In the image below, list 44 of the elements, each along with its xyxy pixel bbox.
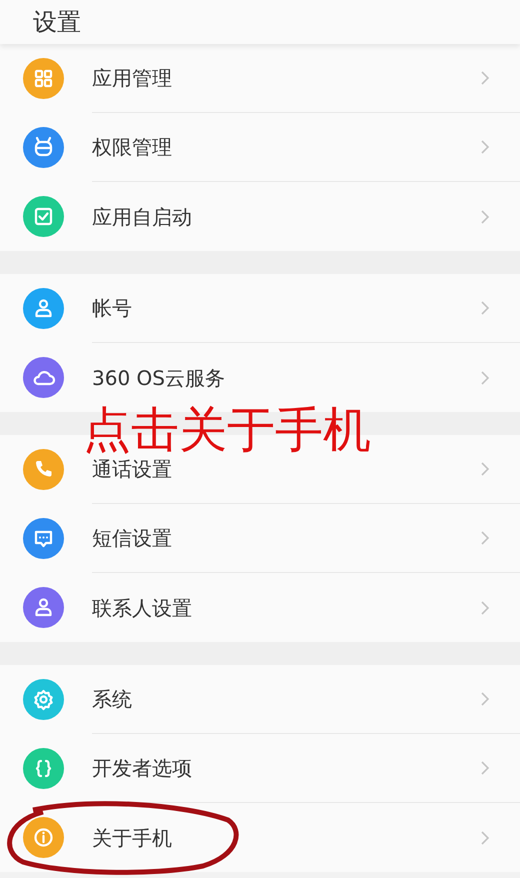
annotation-text: 点击关于手机 <box>83 404 371 457</box>
apps-icon <box>23 58 64 99</box>
item-label: 开发者选项 <box>92 755 193 782</box>
item-label: 短信设置 <box>92 525 173 552</box>
settings-item[interactable]: 开发者选项 <box>0 734 520 803</box>
chevron-icon <box>480 600 490 616</box>
item-label: 应用自启动 <box>92 204 193 230</box>
chevron-icon <box>480 691 490 707</box>
cloud-icon <box>23 357 64 398</box>
settings-item[interactable]: 关于手机 <box>0 803 520 872</box>
settings-item[interactable]: 应用管理 <box>0 44 520 113</box>
chevron-icon <box>480 370 490 386</box>
item-label: 通话设置 <box>92 456 173 483</box>
person-icon <box>23 288 64 329</box>
info-icon <box>23 817 64 858</box>
item-label: 帐号 <box>92 295 133 322</box>
settings-item[interactable]: 权限管理 <box>0 113 520 182</box>
settings-item[interactable]: 系统 <box>0 665 520 734</box>
settings-item[interactable]: 应用自启动 <box>0 182 520 251</box>
chevron-icon <box>480 70 490 86</box>
chevron-icon <box>480 530 490 546</box>
item-label: 关于手机 <box>92 824 173 852</box>
robot-icon <box>23 127 64 168</box>
person-icon <box>23 587 64 628</box>
chevron-icon <box>480 760 490 776</box>
item-label: 360 OS云服务 <box>92 364 226 392</box>
chevron-icon <box>480 830 490 846</box>
settings-item[interactable]: 短信设置 <box>0 504 520 573</box>
message-icon <box>23 518 64 559</box>
braces-icon <box>23 748 64 789</box>
settings-item[interactable]: 帐号 <box>0 274 520 343</box>
chevron-icon <box>480 139 490 155</box>
page-title: 设置 <box>33 8 81 36</box>
item-label: 联系人设置 <box>92 594 193 622</box>
chevron-icon <box>480 208 490 224</box>
chevron-icon <box>480 461 490 477</box>
chevron-icon <box>480 300 490 316</box>
item-label: 系统 <box>92 686 133 713</box>
item-label: 权限管理 <box>92 134 173 161</box>
phone-icon <box>23 449 64 490</box>
gear-icon <box>23 679 64 720</box>
settings-item[interactable]: 联系人设置 <box>0 573 520 642</box>
checkbox-icon <box>23 196 64 237</box>
item-label: 应用管理 <box>92 65 173 92</box>
